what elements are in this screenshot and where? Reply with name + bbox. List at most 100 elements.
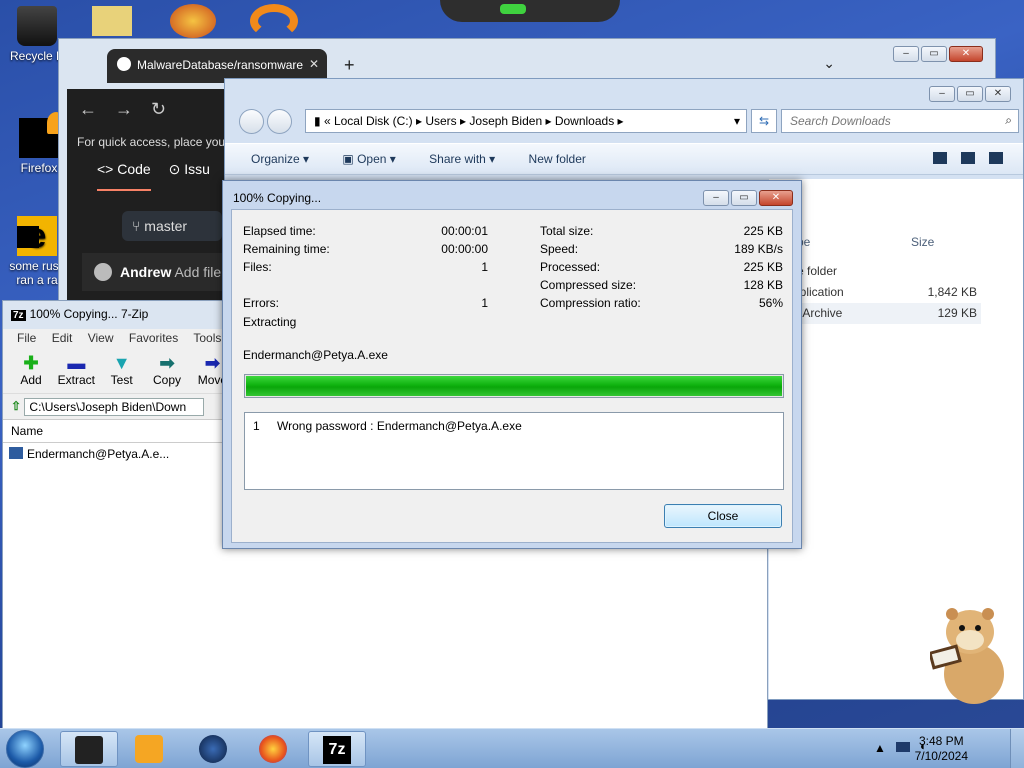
elapsed-time-row: Elapsed time: 00:00:01 (243, 224, 488, 238)
network-icon[interactable] (896, 742, 910, 752)
column-size[interactable]: Size (911, 235, 934, 249)
remaining-time-label: Remaining time: (243, 242, 330, 256)
breadcrumb-downloads[interactable]: Downloads (555, 114, 614, 128)
recycle-bin-icon (17, 6, 57, 46)
folder-icon[interactable] (92, 6, 132, 36)
current-file: Endermanch@Petya.A.exe (243, 348, 388, 362)
menu-tools[interactable]: Tools (193, 331, 221, 345)
back-icon[interactable]: ← (79, 99, 115, 119)
check-icon: ▼ (112, 353, 131, 373)
branch-name: master (144, 218, 188, 234)
tray-expand-icon[interactable]: ▲ (874, 741, 886, 755)
taskbar-7zip[interactable]: 7z (308, 731, 366, 767)
address-bar-row: ▮ « Local Disk (C:) ▸ Users ▸ Joseph Bid… (233, 107, 1019, 137)
view-mode-icon[interactable] (933, 152, 947, 164)
taskbar-firefox[interactable] (244, 731, 302, 767)
extract-button[interactable]: ▬ Extract (56, 353, 96, 387)
open-icon: ▣ (342, 152, 358, 166)
taskbar-explorer[interactable] (60, 731, 118, 767)
organize-label: Organize (251, 152, 300, 166)
preview-pane-icon[interactable] (961, 152, 975, 164)
file-size: 1,842 KB (927, 285, 977, 299)
taskbar-media-player[interactable] (120, 731, 178, 767)
test-label: Test (110, 373, 133, 387)
list-item-name: Endermanch@Petya.A.e... (27, 447, 170, 461)
minimize-button[interactable]: – (929, 86, 955, 102)
author-name[interactable]: Andrew (120, 264, 171, 280)
close-button[interactable]: ✕ (949, 46, 983, 62)
errors-label: Errors: (243, 296, 279, 310)
menu-favorites[interactable]: Favorites (129, 331, 178, 345)
processed-row: Processed: 225 KB (540, 260, 783, 274)
forward-button[interactable] (267, 109, 293, 134)
files-value: 1 (481, 260, 488, 274)
address-dropdown-icon[interactable]: ▾ (734, 114, 740, 128)
maximize-button[interactable]: ▭ (921, 46, 947, 62)
show-desktop-button[interactable] (1010, 729, 1024, 768)
document-shortcut-icon: e (17, 216, 57, 256)
open-button[interactable]: ▣ Open ▾ (342, 152, 395, 166)
copy-button[interactable]: ➡ Copy (147, 353, 187, 387)
tab-issues[interactable]: ⊙ Issu (169, 161, 210, 177)
explorer-toolbar: Organize ▾ ▣ Open ▾ Share with ▾ New fol… (225, 143, 1023, 175)
add-file-button[interactable]: Add file (174, 264, 221, 280)
compressed-size-label: Compressed size: (540, 278, 637, 292)
forward-icon[interactable]: → (115, 99, 151, 119)
share-with-button[interactable]: Share with ▾ (429, 152, 495, 166)
new-tab-button[interactable]: + (344, 55, 355, 76)
taskbar-globe[interactable] (184, 731, 242, 767)
back-button[interactable] (239, 109, 264, 134)
compressed-size-row: Compressed size: 128 KB (540, 278, 783, 292)
share-with-label: Share with (429, 152, 486, 166)
firefox-shortcut-icon (19, 112, 65, 158)
new-folder-button[interactable]: New folder (529, 152, 586, 166)
dialog-body: Elapsed time: 00:00:01 Remaining time: 00:… (231, 209, 793, 543)
message-list[interactable]: 1 Wrong password : Endermanch@Petya.A.exe (244, 412, 784, 490)
7zip-logo-icon: 7z (11, 310, 26, 321)
breadcrumb-local-disk[interactable]: Local Disk (C:) (334, 114, 413, 128)
organize-button[interactable]: Organize ▾ (251, 152, 309, 166)
reload-icon[interactable]: ↻ (151, 99, 184, 119)
add-button[interactable]: ✚ Add (11, 353, 51, 387)
branch-selector[interactable]: ⑂ master (122, 211, 222, 241)
tab-close-icon[interactable]: ✕ (309, 57, 319, 71)
menu-view[interactable]: View (88, 331, 114, 345)
app-shortcut-icon[interactable] (170, 4, 216, 38)
computer-icon: ▮ « (314, 114, 334, 128)
close-button[interactable]: ✕ (985, 86, 1011, 102)
code-icon: <> (97, 161, 118, 177)
close-dialog-button[interactable]: Close (664, 504, 782, 528)
minimize-button[interactable]: – (893, 46, 919, 62)
remaining-time-row: Remaining time: 00:00:00 (243, 242, 488, 256)
start-button[interactable] (6, 730, 44, 768)
wallpaper-light (500, 4, 526, 14)
close-button[interactable]: ✕ (759, 190, 793, 206)
menu-edit[interactable]: Edit (52, 331, 73, 345)
menu-file[interactable]: File (17, 331, 36, 345)
clock[interactable]: 3:48 PM 7/10/2024 (915, 734, 968, 764)
tab-code-label: Code (117, 161, 151, 177)
speed-value: 189 KB/s (734, 242, 783, 256)
total-size-value: 225 KB (743, 224, 783, 238)
breadcrumb-joseph-biden[interactable]: Joseph Biden (469, 114, 542, 128)
help-icon[interactable] (989, 152, 1003, 164)
files-row: Files: 1 (243, 260, 488, 274)
search-input[interactable]: Search Downloads ⌕ (781, 109, 1019, 133)
app-shortcut-icon-2[interactable] (250, 4, 298, 38)
file-list-header: pe Size (769, 229, 989, 253)
minimize-button[interactable]: – (703, 190, 729, 206)
tab-list-chevron-icon[interactable]: ⌄ (823, 55, 835, 72)
up-folder-icon[interactable]: ⇧ (11, 399, 21, 413)
tab-code[interactable]: <> Code (97, 161, 151, 191)
message-number: 1 (253, 419, 260, 433)
speed-label: Speed: (540, 242, 579, 256)
breadcrumb-users[interactable]: Users (425, 114, 456, 128)
maximize-button[interactable]: ▭ (731, 190, 757, 206)
system-tray: ▲ ◐ 3:48 PM 7/10/2024 (864, 729, 1024, 768)
refresh-button[interactable]: ⇆ (751, 109, 777, 133)
hamster-desktop-pet[interactable] (930, 602, 1010, 707)
path-input[interactable]: C:\Users\Joseph Biden\Down (24, 398, 205, 416)
address-bar[interactable]: ▮ « Local Disk (C:) ▸ Users ▸ Joseph Bid… (305, 109, 747, 133)
test-button[interactable]: ▼ Test (102, 353, 142, 387)
maximize-button[interactable]: ▭ (957, 86, 983, 102)
